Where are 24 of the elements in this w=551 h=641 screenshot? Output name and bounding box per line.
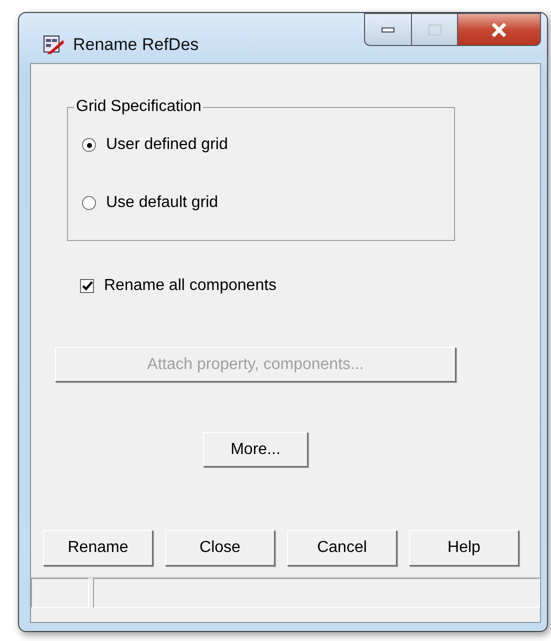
- window-title: Rename RefDes: [73, 35, 199, 55]
- dialog-button[interactable]: Close: [165, 530, 275, 566]
- rename-all-checkbox-row[interactable]: Rename all components: [80, 275, 540, 297]
- app-icon: [43, 34, 65, 56]
- group-title: Grid Specification: [75, 98, 202, 116]
- radio-label: Use default grid: [106, 194, 218, 212]
- status-bar-panel: [31, 578, 89, 608]
- checkbox-label: Rename all components: [104, 277, 277, 295]
- checkbox[interactable]: [80, 279, 94, 293]
- close-button[interactable]: [458, 13, 541, 46]
- maximize-button[interactable]: [412, 13, 458, 46]
- minimize-button[interactable]: [364, 13, 412, 46]
- close-icon: [491, 22, 507, 36]
- more-button[interactable]: More...: [203, 432, 308, 467]
- maximize-icon: [428, 24, 442, 36]
- radio-label: User defined grid: [106, 136, 228, 154]
- radio-button[interactable]: [82, 138, 96, 152]
- minimize-icon: [381, 26, 395, 32]
- radio-button[interactable]: [82, 196, 96, 210]
- radio-option[interactable]: Use default grid: [82, 192, 454, 214]
- dialog-button[interactable]: Cancel: [287, 530, 397, 566]
- dialog-button[interactable]: Rename: [43, 530, 153, 566]
- dialog-button[interactable]: Help: [409, 530, 519, 566]
- radio-option[interactable]: User defined grid: [82, 134, 454, 156]
